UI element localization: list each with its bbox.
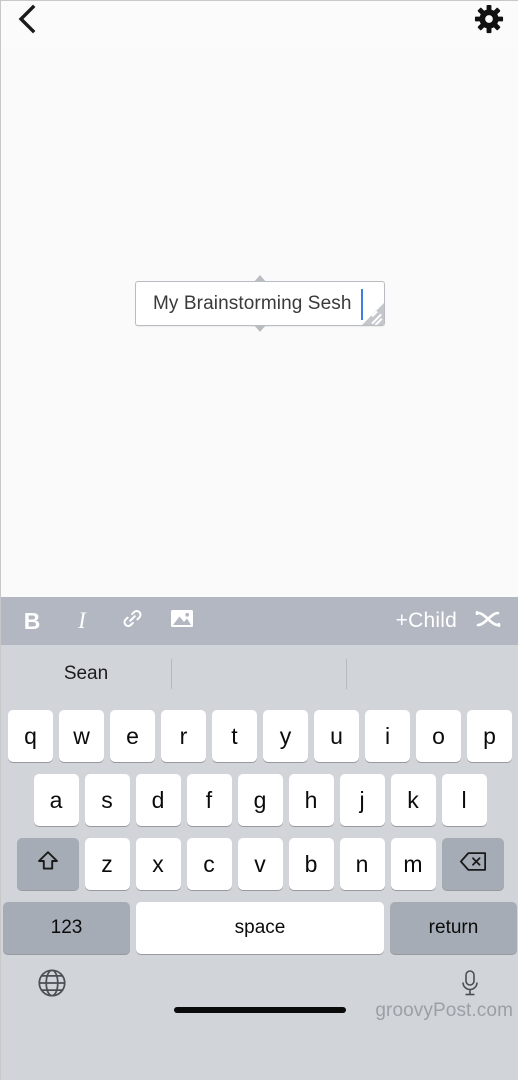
globe-icon [37,968,67,1003]
key-g[interactable]: g [237,774,283,826]
home-indicator[interactable] [174,1007,346,1013]
key-h[interactable]: h [288,774,334,826]
key-j[interactable]: j [339,774,385,826]
key-i[interactable]: i [365,710,410,762]
keyboard-row-1: q w e r t y u i o p [1,710,518,762]
key-a[interactable]: a [33,774,79,826]
key-s[interactable]: s [84,774,130,826]
shift-icon [36,849,60,879]
add-child-button[interactable]: +Child [396,609,457,633]
shuffle-icon [475,609,501,634]
key-v[interactable]: v [237,838,283,890]
add-sibling-button[interactable] [473,605,503,637]
link-button[interactable] [117,605,147,637]
format-toolbar-right: +Child [396,605,518,637]
keyboard-row-2: a s d f g h j k l [1,774,518,826]
microphone-icon [458,969,482,1002]
key-m[interactable]: m [390,838,436,890]
keyboard-row-3: z x c v b n m [1,838,518,890]
node-text-input[interactable]: My Brainstorming Sesh [153,293,352,315]
backspace-key[interactable] [441,838,504,890]
key-b[interactable]: b [288,838,334,890]
app-root: My Brainstorming Sesh B I +Child Sean q … [0,0,518,1080]
dictation-key[interactable] [451,966,489,1004]
keyboard-bottom-bar: groovyPost.com [1,954,518,1024]
back-button[interactable] [9,3,45,39]
key-f[interactable]: f [186,774,232,826]
space-key[interactable]: space [136,902,384,954]
gear-icon [474,4,504,39]
bold-button[interactable]: B [17,605,47,637]
key-p[interactable]: p [467,710,512,762]
key-t[interactable]: t [212,710,257,762]
key-l[interactable]: l [441,774,487,826]
key-y[interactable]: y [263,710,308,762]
format-toolbar: B I +Child [1,597,518,645]
key-o[interactable]: o [416,710,461,762]
watermark: groovyPost.com [375,1000,513,1021]
key-r[interactable]: r [161,710,206,762]
mindmap-canvas[interactable]: My Brainstorming Sesh [1,47,518,597]
connector-triangle-down-icon [254,325,266,332]
top-bar [1,1,518,47]
key-u[interactable]: u [314,710,359,762]
key-n[interactable]: n [339,838,385,890]
key-d[interactable]: d [135,774,181,826]
format-toolbar-left: B I [1,605,197,637]
prediction-item-3[interactable] [346,645,518,702]
key-e[interactable]: e [110,710,155,762]
shift-key[interactable] [16,838,79,890]
key-w[interactable]: w [59,710,104,762]
chevron-left-icon [16,4,38,39]
return-key[interactable]: return [390,902,517,954]
key-k[interactable]: k [390,774,436,826]
resize-handle-icon[interactable] [362,303,384,325]
image-button[interactable] [167,605,197,637]
image-icon [170,608,194,634]
numbers-key[interactable]: 123 [3,902,130,954]
key-x[interactable]: x [135,838,181,890]
prediction-item-1[interactable]: Sean [1,645,171,702]
keyboard: Sean q w e r t y u i o p a s d f g h j k [1,645,518,1080]
key-z[interactable]: z [84,838,130,890]
backspace-icon [459,851,487,878]
settings-button[interactable] [471,3,507,39]
connector-triangle-up-icon [254,275,266,282]
predictive-text-bar: Sean [1,645,518,702]
prediction-item-2[interactable] [171,645,346,702]
globe-key[interactable] [33,966,71,1004]
italic-button[interactable]: I [67,605,97,637]
link-icon [121,607,144,635]
keyboard-row-4: 123 space return [1,902,518,954]
key-q[interactable]: q [8,710,53,762]
key-c[interactable]: c [186,838,232,890]
mindmap-node[interactable]: My Brainstorming Sesh [135,275,385,332]
